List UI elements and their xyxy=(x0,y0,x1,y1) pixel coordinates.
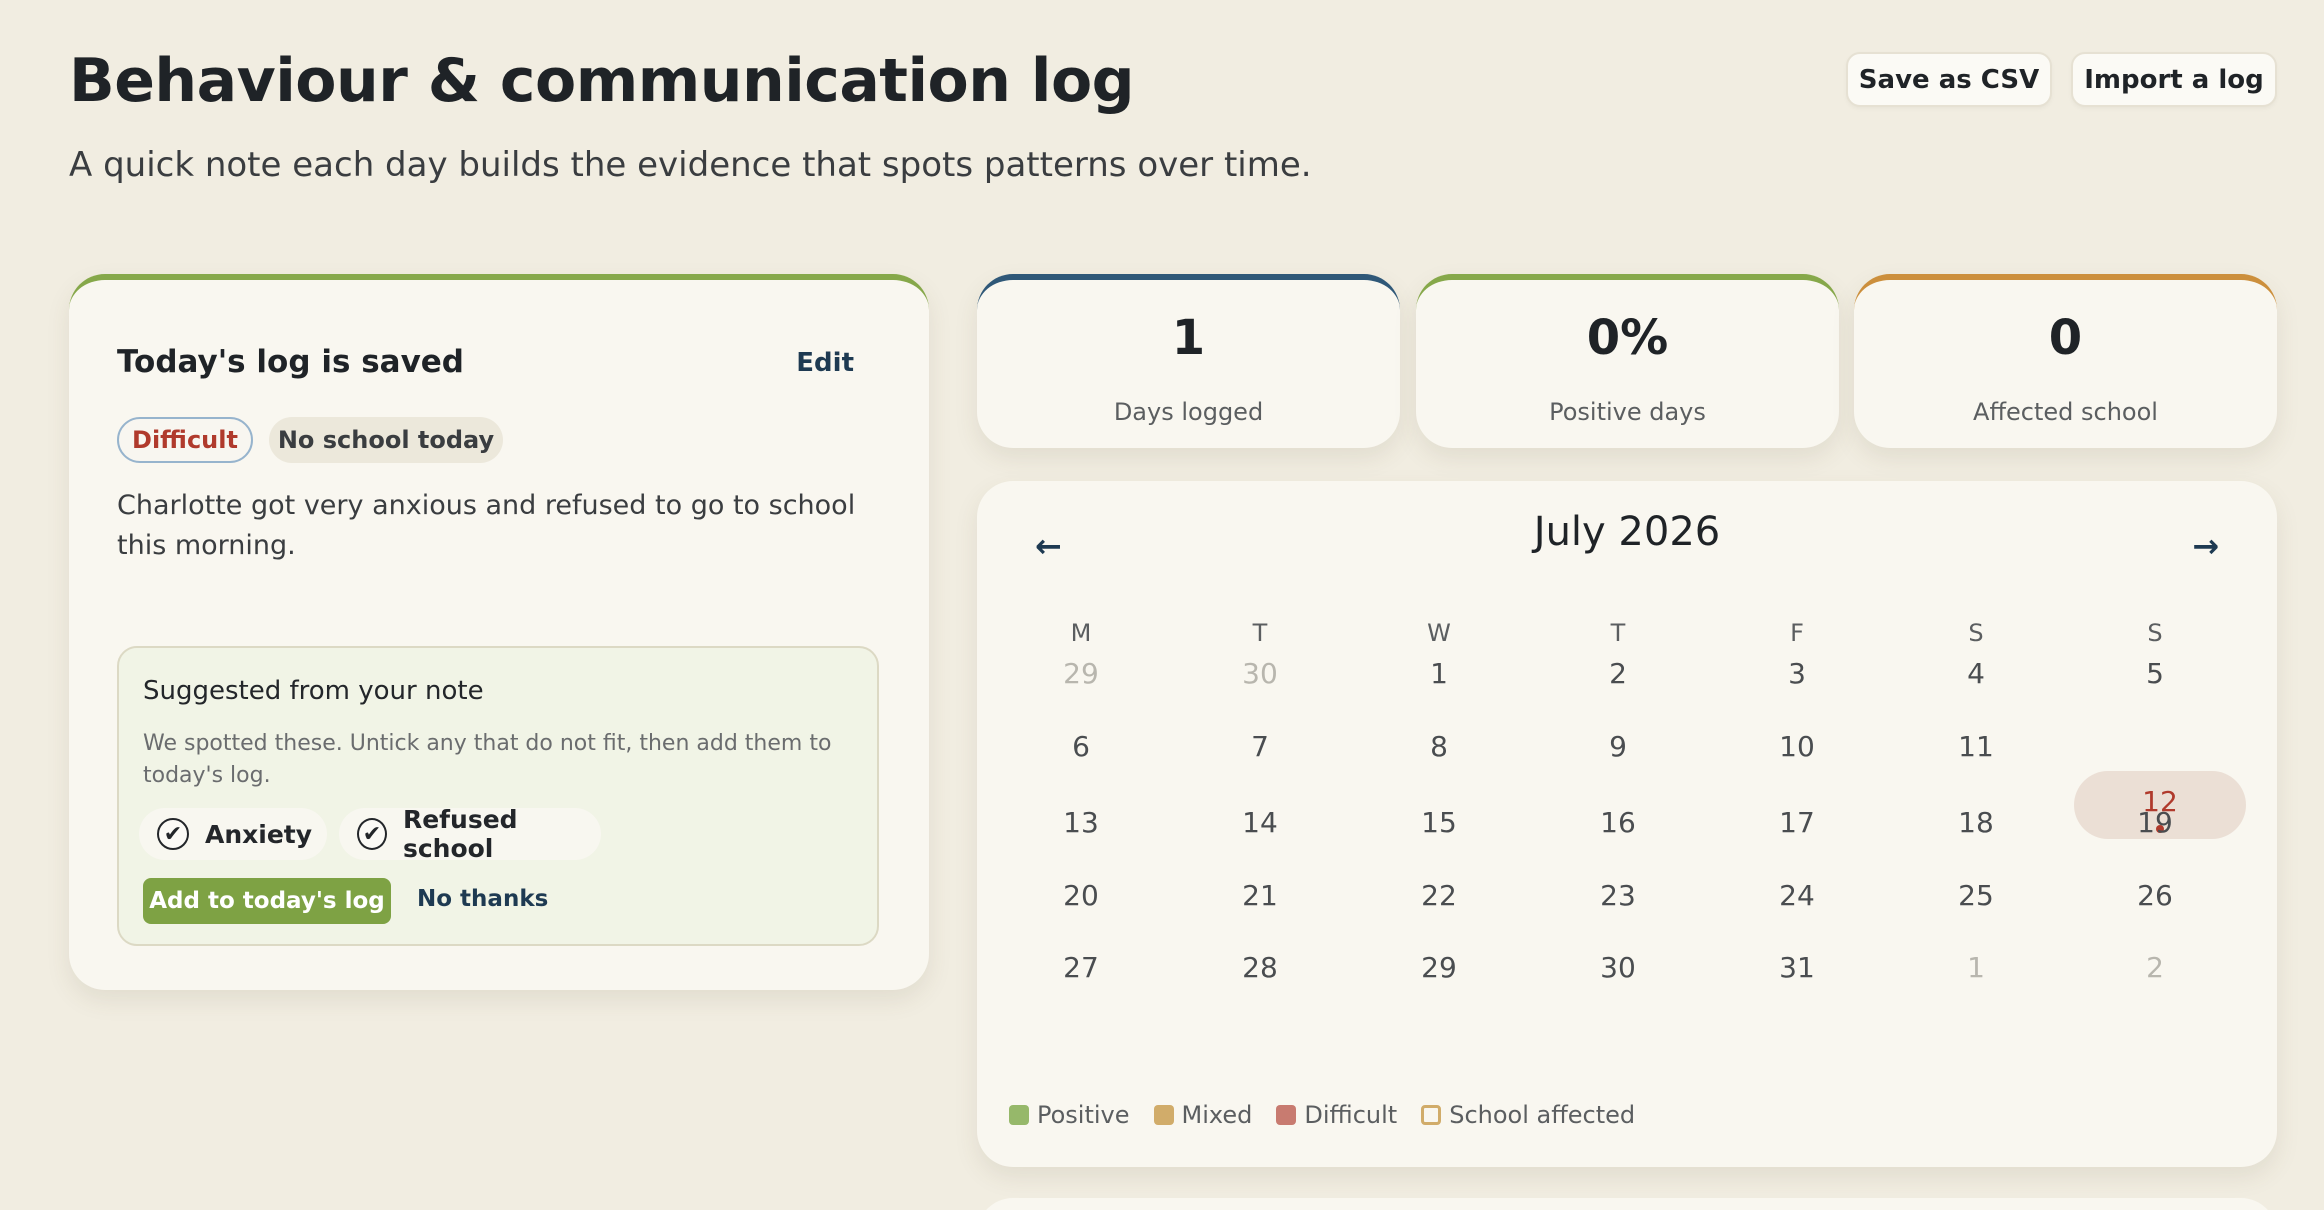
calendar-day[interactable]: 14 xyxy=(1210,806,1310,839)
stat-value: 0 xyxy=(2048,310,2083,366)
legend-positive: Positive xyxy=(1009,1101,1130,1129)
calendar: ← July 2026 → MTWTFSS 29 30 1 2 3 4 5 6 7 8 9 10 11 1… xyxy=(977,481,2277,1167)
suggestion-anxiety[interactable]: ✔ Anxiety xyxy=(139,808,327,860)
calendar-day[interactable]: 26 xyxy=(2105,879,2205,912)
page: Behaviour & communication log A quick no… xyxy=(0,0,2324,1210)
calendar-month: July 2026 xyxy=(1533,509,1721,555)
calendar-day[interactable]: 31 xyxy=(1747,951,1847,984)
calendar-day[interactable]: 10 xyxy=(1747,730,1847,763)
weekday-label: W xyxy=(1427,619,1451,647)
legend-school-affected: School affected xyxy=(1421,1101,1635,1129)
check-icon[interactable]: ✔ xyxy=(157,818,189,850)
no-thanks-button[interactable]: No thanks xyxy=(417,886,548,912)
calendar-day[interactable]: 11 xyxy=(1926,730,2026,763)
suggestions-title: Suggested from your note xyxy=(143,676,484,706)
weekday-label: F xyxy=(1790,619,1804,647)
calendar-day[interactable]: 23 xyxy=(1568,879,1668,912)
suggestion-label: Anxiety xyxy=(205,819,313,849)
mixed-swatch xyxy=(1153,1105,1174,1125)
stat-label: Affected school xyxy=(1973,398,2158,426)
suggestions-description: We spotted these. Untick any that do not… xyxy=(143,731,832,788)
legend-difficult: Difficult xyxy=(1276,1101,1397,1129)
next-card-edge xyxy=(977,1198,2277,1210)
check-icon[interactable]: ✔ xyxy=(357,818,387,850)
stat-value: 1 xyxy=(1171,310,1206,366)
calendar-day[interactable]: 27 xyxy=(1031,951,1131,984)
legend-label: Positive xyxy=(1037,1101,1130,1129)
calendar-day[interactable]: 7 xyxy=(1210,730,1310,763)
stat-affected-school: 0 Affected school xyxy=(1854,274,2277,448)
legend-label: Mixed xyxy=(1181,1101,1253,1129)
suggestion-refused-school[interactable]: ✔ Refused school xyxy=(339,805,601,863)
calendar-day[interactable]: 20 xyxy=(1031,879,1131,912)
stat-label: Days logged xyxy=(1113,398,1264,426)
page-subtitle: A quick note each day builds the evidenc… xyxy=(69,145,1312,185)
stat-value: 0% xyxy=(1586,310,1669,366)
calendar-day-outside-month: 29 xyxy=(1063,657,1099,690)
calendar-day-outside-month: 1 xyxy=(1967,951,1985,984)
legend-mixed: Mixed xyxy=(1153,1101,1253,1129)
calendar-day[interactable]: 30 xyxy=(1568,951,1668,984)
difficult-swatch xyxy=(1276,1105,1297,1125)
calendar-day[interactable]: 15 xyxy=(1389,806,1489,839)
weekday-label: T xyxy=(1610,619,1626,647)
mood-chip: Difficult xyxy=(117,417,253,463)
calendar-day[interactable]: 17 xyxy=(1747,806,1847,839)
calendar-day[interactable]: 8 xyxy=(1389,730,1489,763)
calendar-day[interactable]: 28 xyxy=(1210,951,1310,984)
stat-positive-days: 0% Positive days xyxy=(1416,274,1839,448)
weekday-label: S xyxy=(2147,619,2163,647)
calendar-day[interactable]: 6 xyxy=(1031,730,1131,763)
calendar-day[interactable]: 5 xyxy=(2105,657,2205,690)
calendar-day[interactable]: 3 xyxy=(1747,657,1847,690)
positive-swatch xyxy=(1009,1105,1029,1125)
stat-label: Positive days xyxy=(1549,398,1706,426)
calendar-day[interactable]: 19 xyxy=(2105,806,2205,839)
suggestion-label: Refused school xyxy=(402,805,518,863)
school-affected-swatch xyxy=(1421,1105,1442,1125)
save-csv-button[interactable]: Save as CSV xyxy=(1846,52,2052,107)
calendar-day[interactable]: 2 xyxy=(1568,657,1668,690)
page-title: Behaviour & communication log xyxy=(69,46,1135,116)
legend-label: Difficult xyxy=(1304,1101,1398,1129)
import-log-button[interactable]: Import a log xyxy=(2071,52,2277,107)
today-log-card: Today's log is saved Edit Difficult No s… xyxy=(69,274,929,990)
legend-label: School affected xyxy=(1449,1101,1636,1129)
weekday-label: S xyxy=(1968,619,1984,647)
calendar-day[interactable]: 18 xyxy=(1926,806,2026,839)
calendar-day[interactable]: 21 xyxy=(1210,879,1310,912)
add-to-log-button[interactable]: Add to today's log xyxy=(143,878,391,924)
calendar-day[interactable]: 4 xyxy=(1926,657,2026,690)
school-chip: No school today xyxy=(269,417,503,463)
calendar-day[interactable]: 24 xyxy=(1747,879,1847,912)
weekday-label: M xyxy=(1070,619,1092,647)
weekday-label: T xyxy=(1252,619,1268,647)
calendar-day[interactable]: 13 xyxy=(1031,806,1131,839)
calendar-day[interactable]: 9 xyxy=(1568,730,1668,763)
calendar-day[interactable]: 29 xyxy=(1389,951,1489,984)
calendar-day[interactable]: 25 xyxy=(1926,879,2026,912)
log-note: Charlotte got very anxious and refused t… xyxy=(117,490,856,561)
calendar-day[interactable]: 22 xyxy=(1389,879,1489,912)
stat-days-logged: 1 Days logged xyxy=(977,274,1400,448)
today-log-title: Today's log is saved xyxy=(117,344,464,380)
calendar-day-outside-month: 2 xyxy=(2146,951,2164,984)
suggestions-panel: Suggested from your note We spotted thes… xyxy=(117,646,879,946)
calendar-day-outside-month: 30 xyxy=(1242,657,1278,690)
calendar-legend: Positive Mixed Difficult School affected xyxy=(1009,1101,1659,1129)
calendar-day[interactable]: 16 xyxy=(1568,806,1668,839)
calendar-day[interactable]: 1 xyxy=(1389,657,1489,690)
edit-link[interactable]: Edit xyxy=(796,348,854,378)
arrow-right-icon[interactable]: → xyxy=(2192,527,2219,565)
